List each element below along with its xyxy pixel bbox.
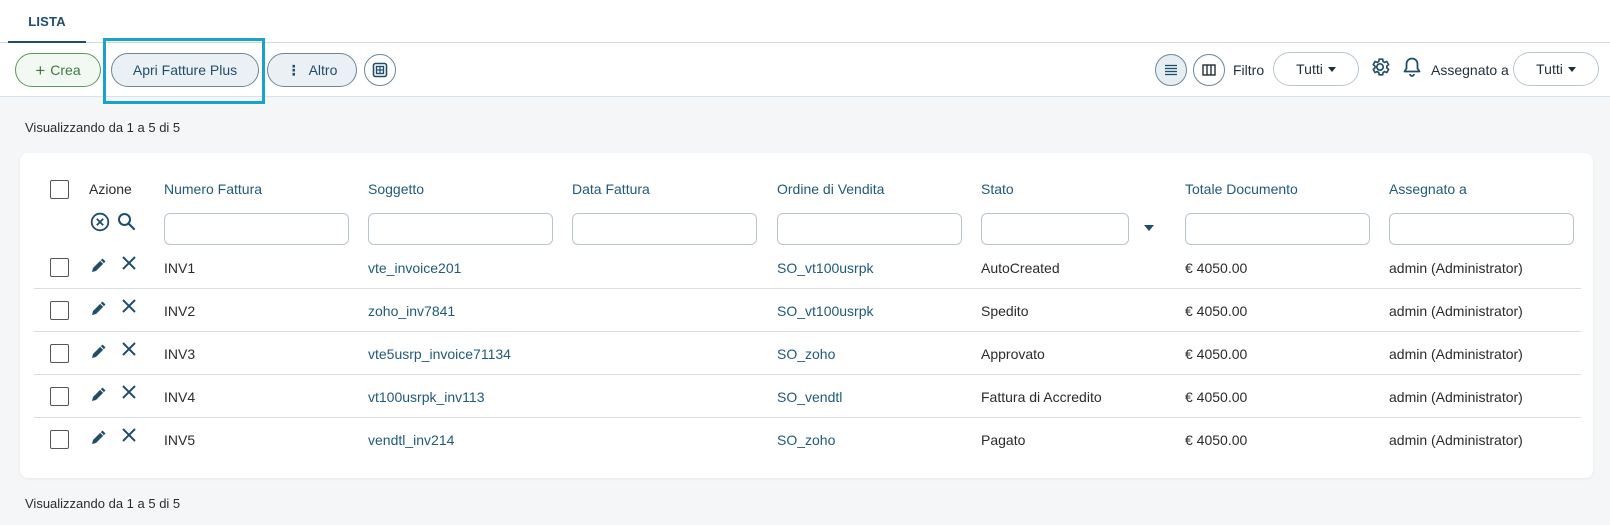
header-ordine-di-vendita[interactable]: Ordine di Vendita <box>777 181 884 197</box>
header-totale-documento[interactable]: Totale Documento <box>1185 181 1298 197</box>
cell-ordine-di-vendita[interactable]: SO_vt100usrpk <box>777 303 874 319</box>
filter-numero-fattura-input[interactable] <box>164 213 349 245</box>
header-assegnato-a[interactable]: Assegnato a <box>1389 181 1467 197</box>
tab-bar: LISTA <box>0 0 1610 44</box>
cell-soggetto[interactable]: vt100usrpk_inv113 <box>368 389 484 405</box>
row-checkbox[interactable] <box>50 387 69 406</box>
edit-icon[interactable] <box>89 298 109 318</box>
cell-assegnato-a: admin (Administrator) <box>1389 432 1523 448</box>
open-button-label: Apri Fatture Plus <box>132 62 238 78</box>
cell-assegnato-a: admin (Administrator) <box>1389 303 1523 319</box>
cell-stato: Spedito <box>981 303 1029 319</box>
cell-ordine-di-vendita[interactable]: SO_zoho <box>777 432 835 448</box>
assigned-dropdown-value: Tutti <box>1536 61 1563 77</box>
invoice-table: Azione Numero Fattura Soggetto Data Fatt… <box>20 153 1593 478</box>
select-all-checkbox[interactable] <box>50 180 69 199</box>
filter-stato-select[interactable] <box>981 213 1129 245</box>
delete-icon[interactable] <box>121 384 137 400</box>
edit-icon[interactable] <box>89 427 109 447</box>
filter-totale-documento-input[interactable] <box>1185 213 1370 245</box>
layout-toggle-button[interactable] <box>364 54 396 86</box>
bell-icon[interactable] <box>1402 56 1422 78</box>
delete-icon[interactable] <box>121 298 137 314</box>
columns-view-button[interactable] <box>1193 54 1225 86</box>
cell-stato: Fattura di Accredito <box>981 389 1102 405</box>
edit-icon[interactable] <box>89 255 109 275</box>
delete-icon[interactable] <box>121 427 137 443</box>
more-button[interactable]: ⋮ Altro <box>267 53 357 87</box>
cell-numero-fattura[interactable]: INV1 <box>164 260 195 276</box>
table-row: INV2 zoho_inv7841 SO_vt100usrpk Spedito … <box>34 289 1581 332</box>
row-checkbox[interactable] <box>50 301 69 320</box>
delete-icon[interactable] <box>121 255 137 271</box>
filter-assegnato-a-input[interactable] <box>1389 213 1574 245</box>
table-row: INV1 vte_invoice201 SO_vt100usrpk AutoCr… <box>34 246 1581 289</box>
cell-soggetto[interactable]: vte_invoice201 <box>368 260 461 276</box>
header-azione: Azione <box>89 181 132 197</box>
cell-stato: AutoCreated <box>981 260 1060 276</box>
cell-totale-documento: € 4050.00 <box>1185 346 1248 362</box>
cell-numero-fattura[interactable]: INV4 <box>164 389 195 405</box>
results-summary-top: Visualizzando da 1 a 5 di 5 <box>25 120 181 135</box>
cell-totale-documento: € 4050.00 <box>1185 389 1248 405</box>
row-checkbox[interactable] <box>50 430 69 449</box>
cell-assegnato-a: admin (Administrator) <box>1389 389 1523 405</box>
edit-icon[interactable] <box>89 384 109 404</box>
filter-dropdown[interactable]: Tutti <box>1273 52 1359 86</box>
filter-data-fattura-input[interactable] <box>572 213 757 245</box>
kebab-icon: ⋮ <box>286 61 301 78</box>
tab-lista[interactable]: LISTA <box>8 0 86 44</box>
create-button[interactable]: + Crea <box>15 53 101 87</box>
edit-icon[interactable] <box>89 341 109 361</box>
gear-icon[interactable] <box>1369 56 1391 78</box>
cell-numero-fattura[interactable]: INV2 <box>164 303 195 319</box>
toolbar: + Crea Apri Fatture Plus ⋮ Altro Filtro <box>0 43 1610 97</box>
row-checkbox[interactable] <box>50 344 69 363</box>
header-stato[interactable]: Stato <box>981 181 1014 197</box>
create-button-label: Crea <box>50 62 81 78</box>
header-soggetto[interactable]: Soggetto <box>368 181 424 197</box>
filter-ordine-di-vendita-input[interactable] <box>777 213 962 245</box>
cell-ordine-di-vendita[interactable]: SO_zoho <box>777 346 835 362</box>
header-data-fattura[interactable]: Data Fattura <box>572 181 650 197</box>
cell-soggetto[interactable]: vte5usrp_invoice71134 <box>368 346 511 362</box>
cell-numero-fattura[interactable]: INV3 <box>164 346 195 362</box>
clear-filters-icon[interactable] <box>90 212 110 232</box>
cell-ordine-di-vendita[interactable]: SO_vt100usrpk <box>777 260 874 276</box>
table-row: INV4 vt100usrpk_inv113 SO_vendtl Fattura… <box>34 375 1581 418</box>
caret-down-icon <box>1567 66 1576 72</box>
cell-numero-fattura[interactable]: INV5 <box>164 432 195 448</box>
cell-soggetto[interactable]: zoho_inv7841 <box>368 303 455 319</box>
search-icon[interactable] <box>117 212 136 231</box>
cell-assegnato-a: admin (Administrator) <box>1389 260 1523 276</box>
columns-icon <box>1202 64 1216 76</box>
open-fatture-plus-button[interactable]: Apri Fatture Plus <box>111 53 259 87</box>
cell-stato: Approvato <box>981 346 1045 362</box>
cell-stato: Pagato <box>981 432 1026 448</box>
layout-icon <box>372 62 388 78</box>
list-view-button[interactable] <box>1155 54 1187 86</box>
header-numero-fattura[interactable]: Numero Fattura <box>164 181 262 197</box>
cell-assegnato-a: admin (Administrator) <box>1389 346 1523 362</box>
results-summary-bottom: Visualizzando da 1 a 5 di 5 <box>25 496 181 511</box>
stato-caret-down-icon[interactable] <box>1144 225 1154 231</box>
cell-ordine-di-vendita[interactable]: SO_vendtl <box>777 389 842 405</box>
cell-soggetto[interactable]: vendtl_inv214 <box>368 432 454 448</box>
table-row: INV3 vte5usrp_invoice71134 SO_zoho Appro… <box>34 332 1581 375</box>
plus-icon: + <box>35 60 46 80</box>
cell-totale-documento: € 4050.00 <box>1185 303 1248 319</box>
more-button-label: Altro <box>308 62 338 78</box>
caret-down-icon <box>1327 66 1336 72</box>
cell-totale-documento: € 4050.00 <box>1185 432 1248 448</box>
row-checkbox[interactable] <box>50 258 69 277</box>
delete-icon[interactable] <box>121 341 137 357</box>
assigned-dropdown[interactable]: Tutti <box>1513 52 1599 86</box>
filter-dropdown-value: Tutti <box>1296 61 1323 77</box>
filter-label: Filtro <box>1233 62 1265 78</box>
list-icon <box>1165 64 1177 76</box>
assigned-label: Assegnato a <box>1431 62 1509 78</box>
table-row: INV5 vendtl_inv214 SO_zoho Pagato € 4050… <box>34 418 1581 461</box>
filter-soggetto-input[interactable] <box>368 213 553 245</box>
cell-totale-documento: € 4050.00 <box>1185 260 1248 276</box>
